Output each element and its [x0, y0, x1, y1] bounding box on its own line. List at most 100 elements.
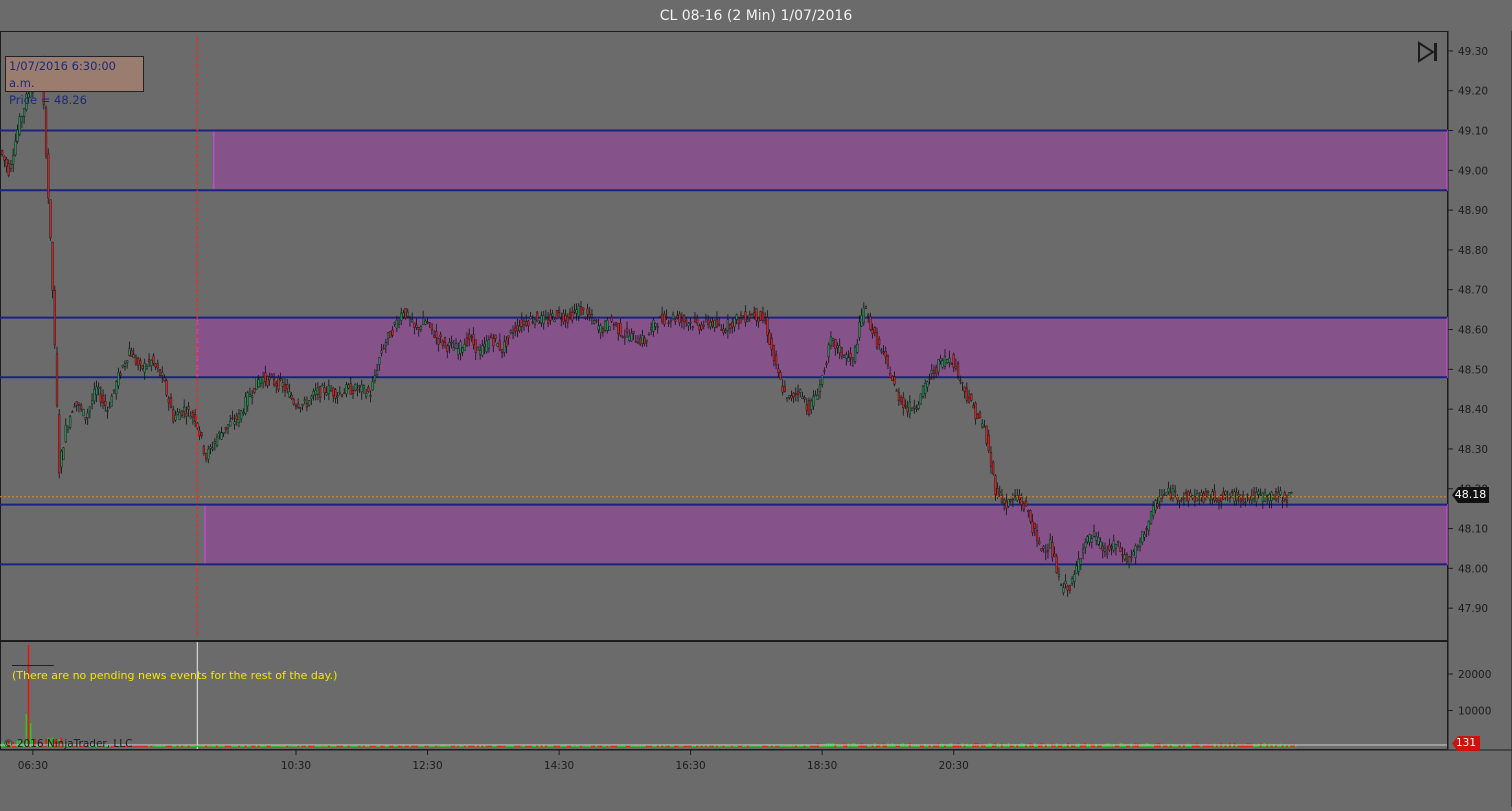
- candle-body: [277, 377, 280, 390]
- candle-body: [678, 313, 681, 323]
- candle-body: [406, 311, 409, 317]
- chart-frame[interactable]: 49.30 49.20 49.10 49.00 48.90 48.80 48.70 48.60…: [0, 31, 1512, 807]
- volume-bar: [393, 745, 396, 747]
- volume-bar: [1290, 745, 1293, 747]
- candle-body: [895, 390, 898, 392]
- candle-body: [1182, 496, 1186, 499]
- candle-body: [327, 385, 330, 394]
- volume-bar: [801, 745, 804, 747]
- candle-body: [1152, 505, 1155, 517]
- candle-body: [382, 347, 385, 350]
- candle-body: [288, 391, 291, 398]
- price-tick-label: 48.10: [1458, 524, 1488, 536]
- volume-bar: [277, 745, 280, 747]
- time-tick-label: 12:30: [412, 760, 442, 772]
- candle-body: [1147, 521, 1150, 531]
- candle-body: [950, 363, 953, 365]
- candle-body: [224, 426, 227, 430]
- volume-bar: [268, 745, 271, 747]
- candle-body: [200, 432, 203, 436]
- volume-bar: [463, 745, 466, 747]
- candle-body: [746, 319, 749, 322]
- candle-body: [671, 314, 675, 319]
- candle-body: [856, 344, 859, 353]
- price-tick-label: 48.40: [1458, 404, 1488, 416]
- candle-body: [110, 395, 113, 407]
- volume-bar: [985, 745, 988, 747]
- volume-bar: [352, 745, 354, 747]
- candle-body: [935, 367, 938, 374]
- candle-body: [104, 400, 107, 407]
- candle-body: [336, 395, 339, 398]
- candle-body: [386, 332, 390, 339]
- candle-body: [634, 341, 637, 343]
- volume-bar: [181, 745, 183, 747]
- candle-body: [411, 319, 414, 323]
- candle-body: [577, 305, 580, 317]
- candle-body: [248, 394, 252, 397]
- volume-bar: [1255, 745, 1258, 747]
- candle-body: [461, 347, 464, 353]
- candle-body: [590, 314, 594, 318]
- candle-body: [680, 318, 683, 321]
- candle-body: [1242, 494, 1245, 501]
- candle-body: [693, 318, 697, 322]
- candle-body: [318, 386, 322, 398]
- candle-body: [1027, 510, 1030, 512]
- volume-bar: [492, 745, 495, 747]
- candle-body: [913, 406, 916, 409]
- candle-body: [187, 406, 190, 410]
- candle-body: [1101, 545, 1104, 551]
- candle-body: [1086, 536, 1089, 542]
- chart-canvas[interactable]: 49.30 49.20 49.10 49.00 48.90 48.80 48.70 48.60…: [0, 31, 1512, 807]
- volume-bar: [481, 745, 484, 747]
- volume-bar: [170, 745, 172, 747]
- candle-body: [726, 319, 729, 332]
- candle-body: [279, 378, 282, 380]
- volume-bar: [749, 746, 751, 747]
- candle-body: [389, 331, 392, 338]
- volume-bar: [203, 745, 205, 747]
- volume-bar: [1222, 745, 1225, 747]
- volume-bar: [382, 746, 385, 747]
- candle-body: [112, 389, 116, 392]
- candle-body: [384, 342, 387, 346]
- candle-body: [452, 347, 455, 351]
- candle-body: [902, 397, 905, 409]
- volume-bar: [1036, 745, 1038, 747]
- candle-body: [183, 406, 186, 412]
- price-tick-label: 48.80: [1458, 245, 1488, 257]
- skip-to-end-icon[interactable]: [1416, 40, 1440, 64]
- candle-body: [1114, 544, 1118, 549]
- candle-body: [218, 432, 221, 434]
- candle-body: [351, 390, 355, 395]
- volume-bar: [742, 745, 745, 747]
- candle-body: [174, 415, 177, 421]
- candle-body: [12, 155, 15, 165]
- candle-body: [860, 315, 863, 327]
- volume-bar: [727, 746, 729, 747]
- candle-body: [998, 491, 1001, 494]
- candle-body: [422, 318, 425, 325]
- candle-body: [625, 328, 629, 333]
- candle-body: [1055, 556, 1058, 574]
- candle-body: [604, 321, 607, 331]
- volume-bar: [1093, 744, 1095, 747]
- candle-body: [1024, 500, 1028, 507]
- volume-bar: [369, 746, 372, 747]
- candle-body: [599, 325, 602, 334]
- volume-bar: [218, 745, 221, 747]
- candle-body: [1167, 487, 1170, 493]
- candle-body: [687, 323, 690, 326]
- volume-bar: [310, 745, 313, 747]
- volume-panel-border: [0, 641, 1448, 750]
- candle-body: [674, 319, 677, 322]
- volume-bar: [709, 746, 712, 747]
- candle-body: [823, 370, 826, 372]
- candle-body: [978, 412, 982, 418]
- candle-body: [544, 317, 548, 319]
- candle-body: [737, 318, 740, 325]
- candle-body: [643, 337, 646, 344]
- candle-body: [325, 392, 328, 396]
- candle-body: [152, 355, 155, 364]
